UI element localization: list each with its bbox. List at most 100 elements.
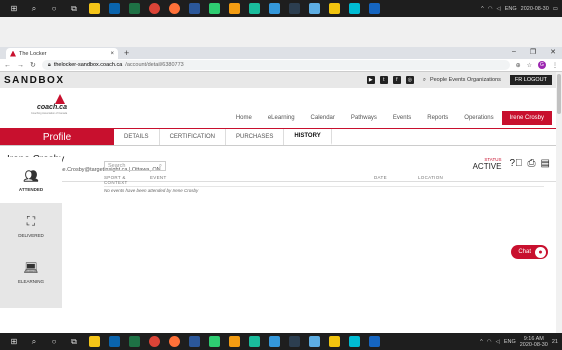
app-yellow-icon[interactable] — [324, 333, 344, 350]
app-teal-icon[interactable] — [244, 0, 264, 17]
close-window-icon[interactable]: ✕ — [550, 48, 556, 56]
scroll-thumb[interactable] — [557, 74, 561, 114]
facebook-icon[interactable]: f — [392, 76, 401, 84]
chat-bubble-icon: ● — [535, 246, 546, 258]
nav-elearning[interactable]: eLearning — [260, 111, 303, 125]
logout-button[interactable]: FR LOGOUT — [509, 75, 552, 85]
search-icon: ⌕ — [158, 162, 162, 169]
browser-tab[interactable]: The Locker × — [6, 48, 118, 59]
profile-avatar[interactable]: G — [538, 61, 546, 69]
excel-icon[interactable] — [124, 333, 144, 350]
youtube-icon[interactable]: ▶ — [366, 76, 375, 84]
profile-label: Profile — [0, 129, 114, 145]
task-view-icon[interactable]: ⧉ — [64, 333, 84, 350]
nav-events[interactable]: Events — [385, 111, 419, 125]
file-explorer-icon[interactable] — [84, 333, 104, 350]
nav-calendar[interactable]: Calendar — [303, 111, 343, 125]
sandbox-bar: SANDBOX ▶ t f ◎ ⌕ People Events Organiza… — [0, 72, 556, 88]
lang-indicator[interactable]: ENG — [504, 339, 516, 345]
app-yellow-icon[interactable] — [324, 0, 344, 17]
nav-home[interactable]: Home — [228, 111, 260, 125]
excel-icon[interactable] — [124, 0, 144, 17]
chrome-icon[interactable] — [144, 333, 164, 350]
sidebar-item-elearning[interactable]: 💻︎ ELEARNING — [0, 249, 62, 295]
nav-user[interactable]: Irene Crosby — [501, 111, 552, 125]
site-search[interactable]: ⌕ People Events Organizations — [423, 77, 501, 84]
nav-pathways[interactable]: Pathways — [343, 111, 385, 125]
app-navy-icon[interactable] — [364, 333, 384, 350]
app-darkblue-icon[interactable] — [284, 333, 304, 350]
nav-reports[interactable]: Reports — [419, 111, 456, 125]
browser-menu-icon[interactable]: ⋮ — [552, 62, 558, 69]
maximize-icon[interactable]: ❐ — [530, 48, 536, 56]
bookmark-star-icon[interactable]: ☆ — [527, 62, 532, 69]
minimize-icon[interactable]: – — [512, 48, 516, 56]
notification-count[interactable]: 21 — [552, 339, 558, 345]
back-icon[interactable]: ← — [4, 62, 11, 69]
instagram-icon[interactable]: ◎ — [405, 76, 414, 84]
url-field[interactable]: 🔒︎ thelocker-sandbox.coach.ca/account/de… — [41, 60, 510, 70]
sidebar-item-delivered[interactable]: ⛶ DELIVERED — [0, 203, 62, 249]
app-orange-icon[interactable] — [224, 0, 244, 17]
volume-icon[interactable]: ◁ — [496, 339, 500, 345]
clock[interactable]: 2020-08-30 — [521, 6, 549, 12]
twitter-icon[interactable]: t — [379, 76, 388, 84]
firefox-icon[interactable] — [164, 0, 184, 17]
page-scrollbar[interactable] — [556, 72, 562, 333]
app-green-icon[interactable] — [204, 333, 224, 350]
forward-icon[interactable]: → — [17, 62, 24, 69]
windows-start-icon[interactable]: ⊞ — [4, 0, 24, 17]
new-tab-button[interactable]: + — [124, 48, 129, 58]
lang-indicator[interactable]: ENG — [505, 6, 517, 12]
app-cyan-icon[interactable] — [344, 333, 364, 350]
tray-chevron-icon[interactable]: ^ — [481, 6, 484, 12]
app-blue-icon[interactable] — [264, 333, 284, 350]
magnifier-icon: ⌕ — [422, 76, 426, 83]
network-icon[interactable]: ◠ — [488, 6, 493, 12]
windows-start-icon[interactable]: ⊞ — [4, 333, 24, 350]
app-orange-icon[interactable] — [224, 333, 244, 350]
tab-details[interactable]: DETAILS — [114, 129, 160, 145]
search-icon[interactable]: ⌕ — [24, 0, 44, 17]
col-location: LOCATION — [418, 175, 444, 180]
app-darkblue-icon[interactable] — [284, 0, 304, 17]
reload-icon[interactable]: ↻ — [30, 61, 36, 69]
notification-icon[interactable]: ▭ — [553, 6, 558, 12]
tab-purchases[interactable]: PURCHASES — [226, 129, 285, 145]
search-icon[interactable]: ⌕ — [24, 333, 44, 350]
nav-operations[interactable]: Operations — [456, 111, 501, 125]
tab-history[interactable]: HISTORY — [284, 129, 332, 145]
outlook-icon[interactable] — [104, 333, 124, 350]
word-icon[interactable] — [184, 0, 204, 17]
history-content: 👥︎ ATTENDED ⛶ DELIVERED 💻︎ ELEARNING Sea… — [0, 157, 556, 308]
app-lightblue-icon[interactable] — [304, 333, 324, 350]
cortana-icon[interactable]: ○ — [44, 333, 64, 350]
profile-subbar: Profile DETAILS CERTIFICATION PURCHASES … — [0, 129, 556, 146]
taskbar-top: ⊞ ⌕ ○ ⧉ ^ ◠ ◁ ENG 2020-08-30 ▭ — [0, 0, 562, 17]
word-icon[interactable] — [184, 333, 204, 350]
file-explorer-icon[interactable] — [84, 0, 104, 17]
network-icon[interactable]: ◠ — [487, 339, 492, 345]
chat-button[interactable]: Chat ● — [511, 245, 548, 259]
coach-logo[interactable]: coach.ca Coaching Association of Canada — [31, 94, 86, 118]
zoom-icon[interactable]: ⊕ — [516, 62, 521, 69]
clock[interactable]: 9:16 AM 2020-08-30 — [520, 336, 548, 348]
cortana-icon[interactable]: ○ — [44, 0, 64, 17]
app-blue-icon[interactable] — [264, 0, 284, 17]
chrome-icon[interactable] — [144, 0, 164, 17]
volume-icon[interactable]: ◁ — [497, 6, 501, 12]
app-lightblue-icon[interactable] — [304, 0, 324, 17]
close-tab-icon[interactable]: × — [110, 51, 114, 57]
app-green-icon[interactable] — [204, 0, 224, 17]
sidebar-item-attended[interactable]: 👥︎ ATTENDED — [0, 157, 62, 203]
history-main: Search ⌕ SPORT & CONTEXT EVENT DATE LOCA… — [62, 157, 556, 308]
app-navy-icon[interactable] — [364, 0, 384, 17]
outlook-icon[interactable] — [104, 0, 124, 17]
history-search-input[interactable]: Search ⌕ — [104, 161, 166, 171]
task-view-icon[interactable]: ⧉ — [64, 0, 84, 17]
tab-certification[interactable]: CERTIFICATION — [160, 129, 227, 145]
firefox-icon[interactable] — [164, 333, 184, 350]
app-cyan-icon[interactable] — [344, 0, 364, 17]
app-teal-icon[interactable] — [244, 333, 264, 350]
tray-chevron-icon[interactable]: ^ — [480, 339, 483, 345]
